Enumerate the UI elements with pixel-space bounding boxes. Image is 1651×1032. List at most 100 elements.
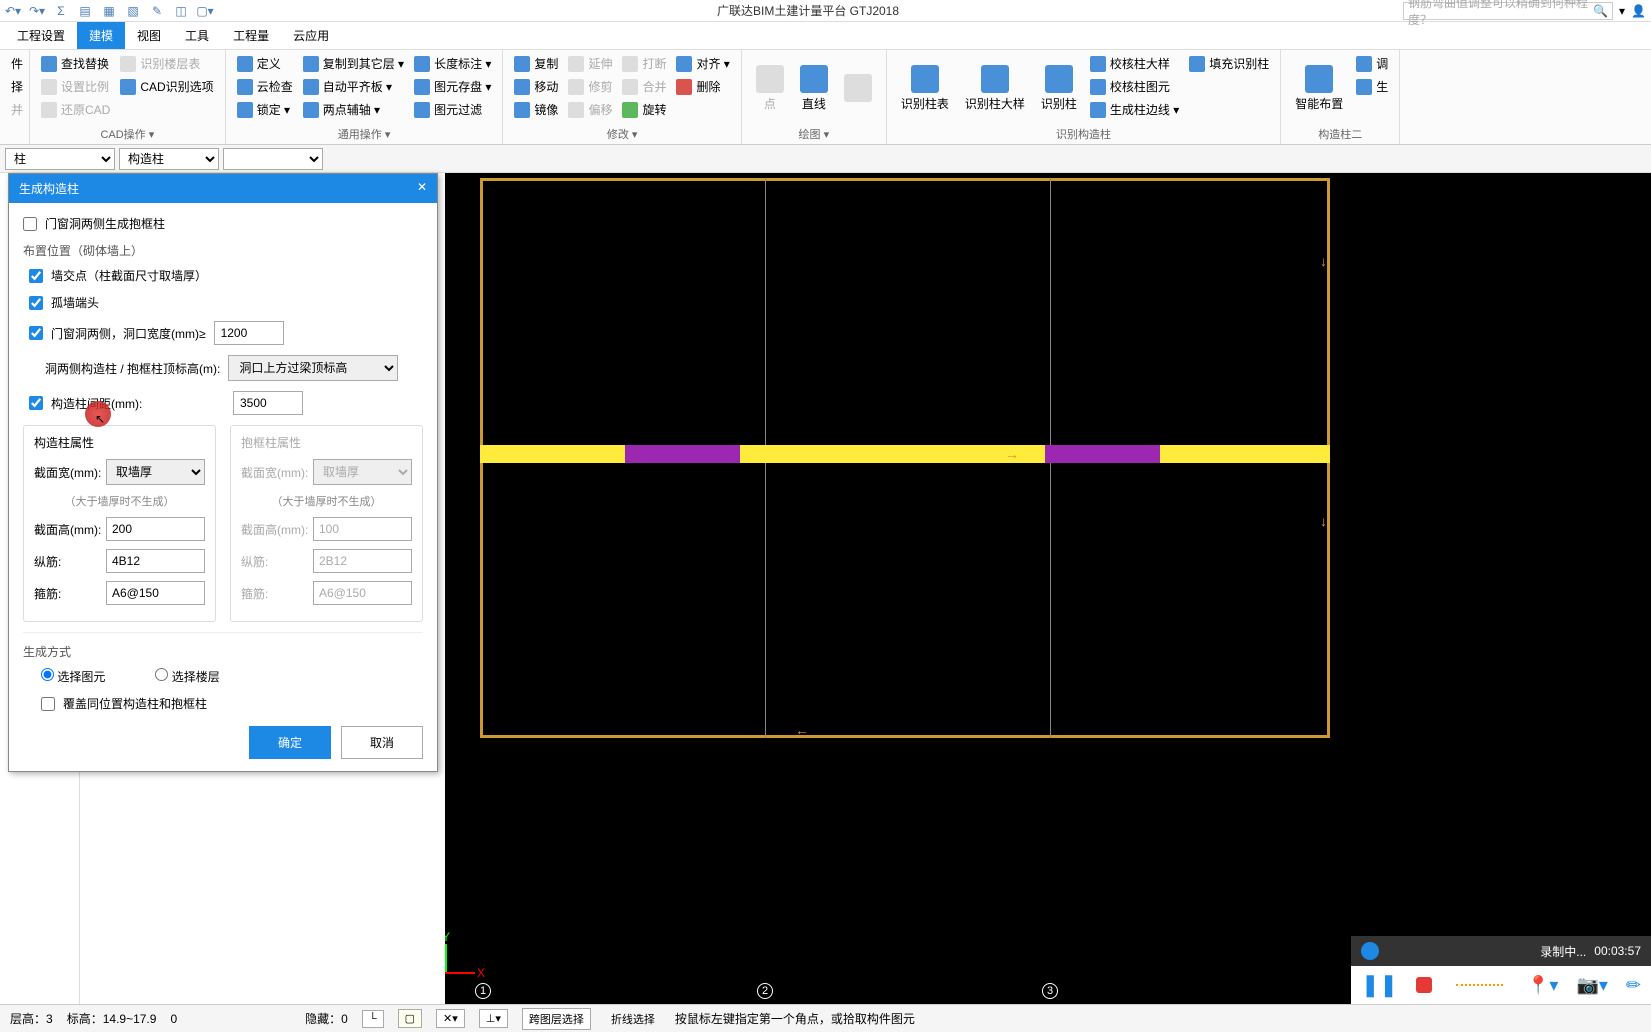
rbtn-auto-level[interactable]: 自动平齐板 ▾ (300, 76, 407, 97)
rbtn-mirror[interactable]: 镜像 (511, 99, 561, 120)
rbtn-merge[interactable]: 并 (8, 99, 26, 120)
rbtn-break[interactable]: 打断 (619, 53, 669, 74)
input-opening-width[interactable] (214, 321, 284, 345)
select-type[interactable]: 构造柱 (119, 148, 219, 170)
tab-modeling[interactable]: 建模 (77, 22, 125, 49)
chk-window-frame[interactable] (23, 217, 37, 231)
rbtn-copy[interactable]: 复制 (511, 53, 561, 74)
chk-orphan-wall[interactable] (29, 296, 43, 310)
pen-tool-icon[interactable]: ✏ (1626, 975, 1641, 996)
cancel-button[interactable]: 取消 (341, 726, 423, 759)
rbtn-offset[interactable]: 偏移 (565, 99, 615, 120)
table-icon (120, 56, 136, 72)
pause-button[interactable]: ❚❚ (1361, 972, 1398, 998)
cross-layer-btn[interactable]: 跨图层选择 (522, 1008, 591, 1030)
chk-wall-intersect[interactable] (29, 269, 43, 283)
snap-btn-3[interactable]: ✕▾ (436, 1009, 465, 1028)
stop-button[interactable] (1416, 977, 1432, 993)
more-icon[interactable]: ▢▾ (197, 3, 213, 19)
input-spacing[interactable] (233, 391, 303, 415)
input-height-1[interactable] (106, 517, 205, 541)
rbtn-align[interactable]: 对齐 ▾ (673, 53, 732, 74)
rbtn-cloud-check[interactable]: 云检查 (234, 76, 296, 97)
tab-project-settings[interactable]: 工程设置 (5, 22, 77, 49)
rbtn-fill-col[interactable]: 填充识别柱 (1186, 53, 1272, 74)
rbtn-cad-options[interactable]: CAD识别选项 (117, 76, 216, 97)
chk-opening-sides[interactable] (29, 326, 43, 340)
marker-tool-icon[interactable]: 📍▾ (1527, 975, 1558, 996)
grid-label-3: 3 (1042, 983, 1058, 999)
rbtn-col[interactable]: 识别柱 (1035, 53, 1083, 124)
tab-quantity[interactable]: 工程量 (221, 22, 281, 49)
arrow-down-icon: ↓ (1320, 253, 1327, 269)
rbtn-length-dim[interactable]: 长度标注 ▾ (411, 53, 494, 74)
cloud-icon (237, 79, 253, 95)
rbtn-smart-layout[interactable]: 智能布置 (1289, 53, 1349, 124)
rbtn-gen-edge[interactable]: 生成柱边线 ▾ (1087, 99, 1182, 120)
select-top-elevation[interactable]: 洞口上方过梁顶标高 (228, 355, 398, 381)
rbtn-restore-cad[interactable]: 还原CAD (38, 99, 113, 120)
radio-select-element[interactable] (41, 668, 54, 681)
snap-btn-4[interactable]: ⊥▾ (479, 1009, 508, 1028)
help-search[interactable]: 钢筋弯曲值调整可以精确到何种程度？🔍 (1403, 2, 1613, 20)
table-icon[interactable]: ▤ (77, 3, 93, 19)
rbtn-rotate[interactable]: 旋转 (619, 99, 669, 120)
dropdown-icon[interactable]: ▾ (1619, 4, 1625, 18)
select-width-1[interactable]: 取墙厚 (106, 459, 205, 485)
rbtn-floor-table[interactable]: 识别楼层表 (117, 53, 216, 74)
rbtn-find-replace[interactable]: 查找替换 (38, 53, 113, 74)
rbtn-check-detail[interactable]: 校核柱大样 (1087, 53, 1182, 74)
rbtn-two-point[interactable]: 两点辅轴 ▾ (300, 99, 407, 120)
sum-icon[interactable]: Σ (53, 3, 69, 19)
select-category[interactable]: 柱 (5, 148, 115, 170)
dialog-titlebar[interactable]: 生成构造柱 ✕ (9, 174, 437, 203)
input-stirrup-1[interactable] (106, 581, 205, 605)
mirror-icon (514, 102, 530, 118)
select-component[interactable] (223, 148, 323, 170)
chart-icon[interactable]: ◫ (173, 3, 189, 19)
rbtn-move[interactable]: 移动 (511, 76, 561, 97)
rbtn-save-element[interactable]: 图元存盘 ▾ (411, 76, 494, 97)
rbtn-col-detail[interactable]: 识别柱大样 (959, 53, 1031, 124)
report-icon[interactable]: ▧ (125, 3, 141, 19)
rbtn-check-element[interactable]: 校核柱图元 (1087, 76, 1182, 97)
tab-cloud[interactable]: 云应用 (281, 22, 341, 49)
drawing-canvas[interactable]: → ← ↓ ↓ 1 2 3 Y X (445, 173, 1651, 1004)
rbtn-extend[interactable]: 延伸 (565, 53, 615, 74)
snap-btn-1[interactable]: └ (362, 1010, 384, 1028)
snap-btn-2[interactable]: ▢ (398, 1009, 422, 1028)
rbtn-col-table[interactable]: 识别柱表 (895, 53, 955, 124)
rbtn-rect[interactable] (838, 53, 878, 124)
rbtn-lock[interactable]: 锁定 ▾ (234, 99, 296, 120)
close-icon[interactable]: ✕ (417, 180, 427, 197)
rbtn-trim[interactable]: 修剪 (565, 76, 615, 97)
group-label-general: 通用操作 ▾ (234, 124, 495, 142)
rbtn-point[interactable]: 点 (750, 53, 790, 124)
rbtn-merge2[interactable]: 合并 (619, 76, 669, 97)
ok-button[interactable]: 确定 (249, 726, 331, 759)
rbtn-gen[interactable]: 生 (1353, 76, 1391, 97)
rbtn-item[interactable]: 件 (8, 53, 26, 74)
merge-icon (622, 79, 638, 95)
edit-icon[interactable]: ✎ (149, 3, 165, 19)
user-icon[interactable]: 👤 (1631, 4, 1646, 18)
rbtn-adjust[interactable]: 调 (1353, 53, 1391, 74)
rbtn-select[interactable]: 择 (8, 76, 26, 97)
undo-icon[interactable]: ↶▾ (5, 3, 21, 19)
camera-tool-icon[interactable]: 📷▾ (1576, 975, 1607, 996)
tab-tools[interactable]: 工具 (173, 22, 221, 49)
chk-override[interactable] (41, 697, 55, 711)
rbtn-copy-floor[interactable]: 复制到其它层 ▾ (300, 53, 407, 74)
input-rebar-1[interactable] (106, 549, 205, 573)
radio-select-floor[interactable] (155, 668, 168, 681)
rbtn-line[interactable]: 直线 (794, 53, 834, 124)
chk-spacing[interactable] (29, 396, 43, 410)
rbtn-filter[interactable]: 图元过滤 (411, 99, 494, 120)
rbtn-delete[interactable]: 删除 (673, 76, 732, 97)
rbtn-set-scale[interactable]: 设置比例 (38, 76, 113, 97)
export-icon[interactable]: ▦ (101, 3, 117, 19)
tab-view[interactable]: 视图 (125, 22, 173, 49)
polyline-btn[interactable]: 折线选择 (605, 1009, 661, 1029)
rbtn-define[interactable]: 定义 (234, 53, 296, 74)
redo-icon[interactable]: ↷▾ (29, 3, 45, 19)
